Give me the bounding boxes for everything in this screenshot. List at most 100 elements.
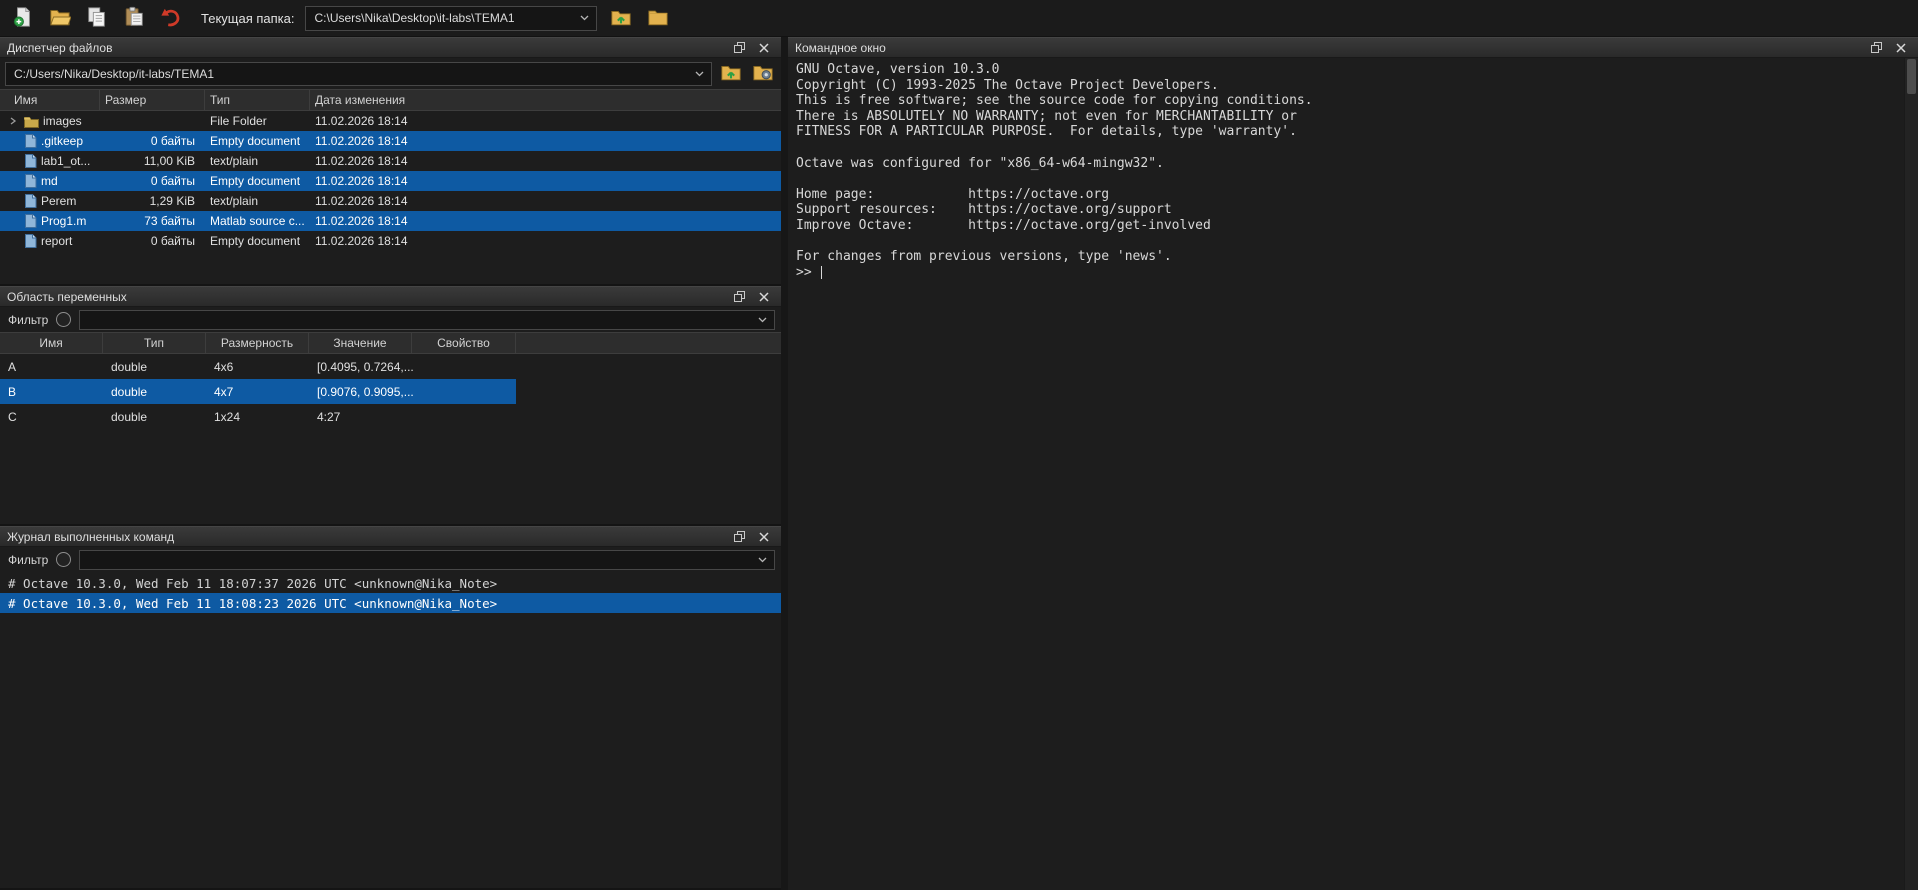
file-name-cell: lab1_ot... bbox=[0, 154, 100, 168]
close-panel-button[interactable] bbox=[755, 40, 773, 56]
file-date: 11.02.2026 18:14 bbox=[310, 114, 781, 128]
terminal-banner-text: GNU Octave, version 10.3.0 Copyright (C)… bbox=[796, 62, 1900, 265]
column-header-date[interactable]: Дата изменения bbox=[310, 90, 781, 110]
column-header-attribute[interactable]: Свойство bbox=[412, 333, 516, 353]
file-name: md bbox=[41, 174, 58, 188]
undo-button[interactable] bbox=[158, 5, 184, 31]
history-list: # Octave 10.3.0, Wed Feb 11 18:07:37 202… bbox=[0, 572, 781, 888]
workspace-titlebar[interactable]: Область переменных bbox=[0, 286, 781, 307]
column-header-name[interactable]: Имя bbox=[0, 333, 103, 353]
file-row[interactable]: lab1_ot... 11,00 KiB text/plain 11.02.20… bbox=[0, 151, 781, 171]
folder-up-button[interactable] bbox=[608, 5, 634, 31]
close-icon bbox=[759, 532, 769, 542]
browser-folder-up-button[interactable] bbox=[717, 61, 744, 86]
file-name: lab1_ot... bbox=[41, 154, 90, 168]
file-browser-titlebar[interactable]: Диспетчер файлов bbox=[0, 37, 781, 58]
command-window-terminal[interactable]: GNU Octave, version 10.3.0 Copyright (C)… bbox=[788, 58, 1904, 890]
undock-panel-button[interactable] bbox=[730, 529, 748, 545]
new-script-icon bbox=[12, 6, 34, 31]
file-row[interactable]: images File Folder 11.02.2026 18:14 bbox=[0, 111, 781, 131]
close-icon bbox=[759, 43, 769, 53]
command-history-titlebar[interactable]: Журнал выполненных команд bbox=[0, 526, 781, 547]
workspace-filter-combobox[interactable] bbox=[79, 310, 775, 330]
expand-chevron-icon[interactable] bbox=[6, 117, 20, 125]
document-icon bbox=[24, 214, 37, 228]
undock-panel-button[interactable] bbox=[730, 289, 748, 305]
scrollbar-thumb[interactable] bbox=[1907, 59, 1916, 94]
panel-title: Журнал выполненных команд bbox=[7, 530, 723, 544]
file-table-body: images File Folder 11.02.2026 18:14 .git… bbox=[0, 111, 781, 284]
paste-icon bbox=[123, 6, 145, 31]
chevron-down-icon bbox=[758, 557, 767, 563]
variable-dimension: 1x24 bbox=[206, 410, 309, 424]
chevron-down-icon bbox=[758, 317, 767, 323]
variable-row[interactable]: A double 4x6 [0.4095, 0.7264,... bbox=[0, 354, 516, 379]
column-header-size[interactable]: Размер bbox=[100, 90, 205, 110]
close-panel-button[interactable] bbox=[755, 289, 773, 305]
workspace-panel: Область переменных Фильтр bbox=[0, 286, 781, 526]
column-header-dimension[interactable]: Размерность bbox=[206, 333, 309, 353]
open-file-button[interactable] bbox=[47, 5, 73, 31]
file-name-cell: .gitkeep bbox=[0, 134, 100, 148]
left-dock-column: Диспетчер файлов C:/Users/Nika/Desktop/i… bbox=[0, 37, 781, 890]
file-browser-panel: Диспетчер файлов C:/Users/Nika/Desktop/i… bbox=[0, 37, 781, 286]
filter-checkbox[interactable] bbox=[56, 552, 71, 567]
browser-path-combobox[interactable]: C:/Users/Nika/Desktop/it-labs/TEMA1 bbox=[5, 62, 712, 86]
current-folder-combobox[interactable]: C:\Users\Nika\Desktop\it-labs\TEMA1 bbox=[305, 6, 597, 31]
file-row[interactable]: md 0 байты Empty document 11.02.2026 18:… bbox=[0, 171, 781, 191]
file-size: 0 байты bbox=[100, 134, 205, 148]
history-entry[interactable]: # Octave 10.3.0, Wed Feb 11 18:07:37 202… bbox=[0, 573, 781, 593]
panel-title: Командное окно bbox=[795, 41, 1860, 55]
browse-folder-button[interactable] bbox=[645, 5, 671, 31]
vertical-scrollbar[interactable] bbox=[1904, 58, 1918, 890]
file-type: Matlab source c... bbox=[205, 214, 310, 228]
file-row[interactable]: Prog1.m 73 байты Matlab source c... 11.0… bbox=[0, 211, 781, 231]
undock-icon bbox=[734, 42, 745, 53]
file-size: 0 байты bbox=[100, 174, 205, 188]
column-header-type[interactable]: Тип bbox=[103, 333, 206, 353]
column-header-name[interactable]: Имя bbox=[0, 90, 100, 110]
paste-button[interactable] bbox=[121, 5, 147, 31]
undock-panel-button[interactable] bbox=[1867, 40, 1885, 56]
variable-row[interactable]: C double 1x24 4:27 bbox=[0, 404, 516, 429]
undo-icon bbox=[160, 6, 182, 31]
chevron-down-icon bbox=[695, 71, 704, 77]
dock-splitter[interactable] bbox=[781, 37, 788, 890]
column-header-value[interactable]: Значение bbox=[309, 333, 412, 353]
variable-dimension: 4x7 bbox=[206, 385, 309, 399]
file-name: Prog1.m bbox=[41, 214, 86, 228]
open-folder-icon bbox=[49, 6, 71, 31]
variable-row[interactable]: B double 4x7 [0.9076, 0.9095,... bbox=[0, 379, 516, 404]
browser-folder-actions-button[interactable] bbox=[749, 61, 776, 86]
variable-name: C bbox=[0, 410, 103, 424]
command-window-titlebar[interactable]: Командное окно bbox=[788, 37, 1918, 58]
undock-icon bbox=[734, 531, 745, 542]
close-panel-button[interactable] bbox=[755, 529, 773, 545]
file-row[interactable]: .gitkeep 0 байты Empty document 11.02.20… bbox=[0, 131, 781, 151]
document-icon bbox=[24, 134, 37, 148]
close-panel-button[interactable] bbox=[1892, 40, 1910, 56]
variable-type: double bbox=[103, 360, 206, 374]
file-type: Empty document bbox=[205, 174, 310, 188]
new-script-button[interactable] bbox=[10, 5, 36, 31]
variable-value: [0.9076, 0.9095,... bbox=[309, 385, 412, 399]
variable-value: [0.4095, 0.7264,... bbox=[309, 360, 412, 374]
folder-icon bbox=[24, 115, 39, 128]
close-icon bbox=[1896, 43, 1906, 53]
variable-dimension: 4x6 bbox=[206, 360, 309, 374]
undock-panel-button[interactable] bbox=[730, 40, 748, 56]
terminal-prompt-line: >> bbox=[796, 265, 1900, 281]
file-row[interactable]: Perem 1,29 KiB text/plain 11.02.2026 18:… bbox=[0, 191, 781, 211]
file-name-cell: Perem bbox=[0, 194, 100, 208]
filter-checkbox[interactable] bbox=[56, 312, 71, 327]
column-header-type[interactable]: Тип bbox=[205, 90, 310, 110]
file-row[interactable]: report 0 байты Empty document 11.02.2026… bbox=[0, 231, 781, 251]
file-name-cell: Prog1.m bbox=[0, 214, 100, 228]
copy-button[interactable] bbox=[84, 5, 110, 31]
history-entry-text: # Octave 10.3.0, Wed Feb 11 18:08:23 202… bbox=[8, 596, 497, 611]
history-entry[interactable]: # Octave 10.3.0, Wed Feb 11 18:08:23 202… bbox=[0, 593, 781, 613]
current-folder-value: C:\Users\Nika\Desktop\it-labs\TEMA1 bbox=[314, 11, 574, 25]
file-name: Perem bbox=[41, 194, 76, 208]
history-filter-combobox[interactable] bbox=[79, 550, 775, 570]
file-date: 11.02.2026 18:14 bbox=[310, 214, 781, 228]
